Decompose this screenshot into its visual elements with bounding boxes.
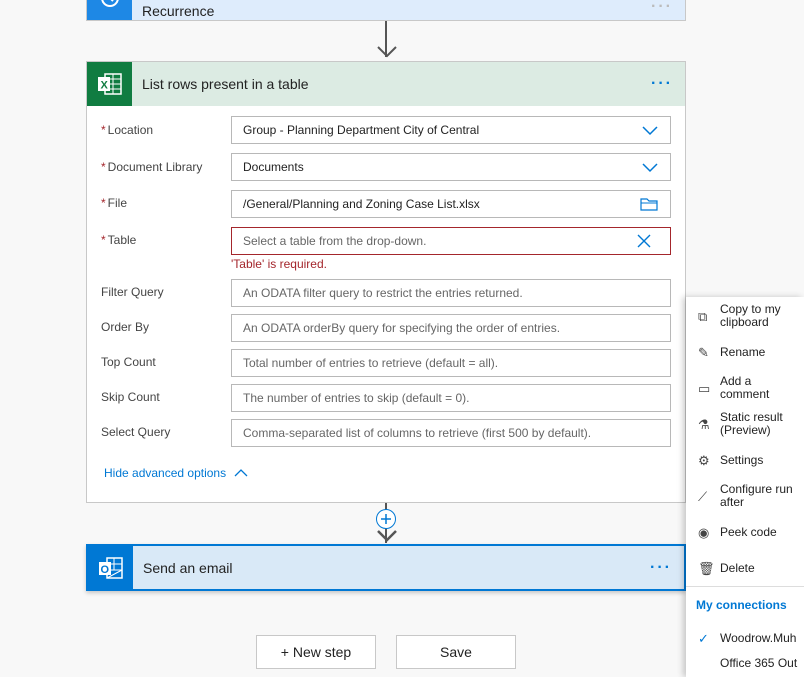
copy-icon: ⧉ xyxy=(698,308,708,324)
menu-item-copy[interactable]: ⧉ Copy to my clipboard xyxy=(698,300,804,332)
list-rows-card: X List rows present in a table ··· * Loca… xyxy=(86,61,686,503)
outlook-icon: O xyxy=(88,546,133,589)
chevron-up-icon xyxy=(234,469,248,477)
table-error: 'Table' is required. xyxy=(231,257,327,271)
location-label: * Location xyxy=(101,123,154,137)
document-library-dropdown[interactable]: Documents xyxy=(231,153,671,181)
hide-advanced-options-link[interactable]: Hide advanced options xyxy=(104,466,248,480)
send-email-card[interactable]: O Send an email ··· xyxy=(86,544,686,591)
skip-count-label: Skip Count xyxy=(101,390,160,404)
clock-icon xyxy=(87,0,132,20)
svg-text:X: X xyxy=(100,80,108,92)
save-button[interactable]: Save xyxy=(396,635,516,669)
chevron-down-icon xyxy=(642,126,658,136)
file-label: * File xyxy=(101,196,128,210)
menu-item-static-result[interactable]: ⚗ Static result (Preview) xyxy=(698,408,804,440)
eye-icon: ◉ xyxy=(698,524,710,540)
menu-item-add-comment[interactable]: ▭ Add a comment xyxy=(698,372,804,404)
run-after-icon: ⟋ xyxy=(698,488,708,504)
context-menu: ⧉ Copy to my clipboard ✎ Rename ▭ Add a com… xyxy=(686,297,804,677)
card-title: List rows present in a table xyxy=(142,76,309,92)
pencil-icon: ✎ xyxy=(698,344,709,360)
folder-icon[interactable] xyxy=(640,196,658,212)
menu-item-peek-code[interactable]: ◉ Peek code xyxy=(698,516,804,548)
order-by-input[interactable]: An ODATA orderBy query for specifying th… xyxy=(231,314,671,342)
arrow-down-icon xyxy=(377,530,397,542)
filter-query-input[interactable]: An ODATA filter query to restrict the en… xyxy=(231,279,671,307)
file-input[interactable]: /General/Planning and Zoning Case List.x… xyxy=(231,190,671,218)
gear-icon: ⚙ xyxy=(698,452,710,468)
svg-text:O: O xyxy=(100,564,109,576)
menu-item-configure-run-after[interactable]: ⟋ Configure run after xyxy=(698,480,804,512)
top-count-input[interactable]: Total number of entries to retrieve (def… xyxy=(231,349,671,377)
select-query-label: Select Query xyxy=(101,425,171,439)
menu-divider xyxy=(686,586,804,587)
connection-item[interactable]: Office 365 Out xyxy=(698,651,804,675)
checkmark-icon: ✓ xyxy=(698,630,709,646)
connection-item[interactable]: ✓ Woodrow.Muh xyxy=(698,625,804,651)
more-options-button[interactable]: ··· xyxy=(651,75,673,93)
skip-count-input[interactable]: The number of entries to skip (default =… xyxy=(231,384,671,412)
more-options-button[interactable]: ··· xyxy=(650,559,672,577)
order-by-label: Order By xyxy=(101,320,150,334)
trash-icon: 🗑 xyxy=(698,560,715,576)
excel-icon: X xyxy=(87,62,132,106)
document-library-label: * Document Library xyxy=(101,160,203,174)
card-title: Send an email xyxy=(143,559,233,576)
recurrence-card[interactable]: Recurrence ··· xyxy=(86,0,686,21)
table-dropdown[interactable]: Select a table from the drop-down. xyxy=(231,227,671,255)
filter-query-label: Filter Query xyxy=(101,285,164,299)
menu-item-settings[interactable]: ⚙ Settings xyxy=(698,444,804,476)
comment-icon: ▭ xyxy=(698,380,711,396)
add-step-button[interactable] xyxy=(375,508,397,530)
menu-item-delete[interactable]: 🗑 Delete xyxy=(698,552,804,584)
new-step-button[interactable]: + New step xyxy=(256,635,376,669)
location-dropdown[interactable]: Group - Planning Department City of Cent… xyxy=(231,116,671,144)
flask-icon: ⚗ xyxy=(698,416,710,432)
chevron-down-icon xyxy=(642,163,658,173)
arrow-down-icon xyxy=(377,46,397,58)
table-label: * Table xyxy=(101,233,137,247)
top-count-label: Top Count xyxy=(101,355,156,369)
select-query-input[interactable]: Comma-separated list of columns to retri… xyxy=(231,419,671,447)
menu-item-rename[interactable]: ✎ Rename xyxy=(698,336,804,368)
clear-icon[interactable] xyxy=(636,233,652,249)
card-title: Recurrence xyxy=(142,3,215,19)
more-icon[interactable]: ··· xyxy=(651,0,673,16)
my-connections-header: My connections xyxy=(696,598,787,612)
